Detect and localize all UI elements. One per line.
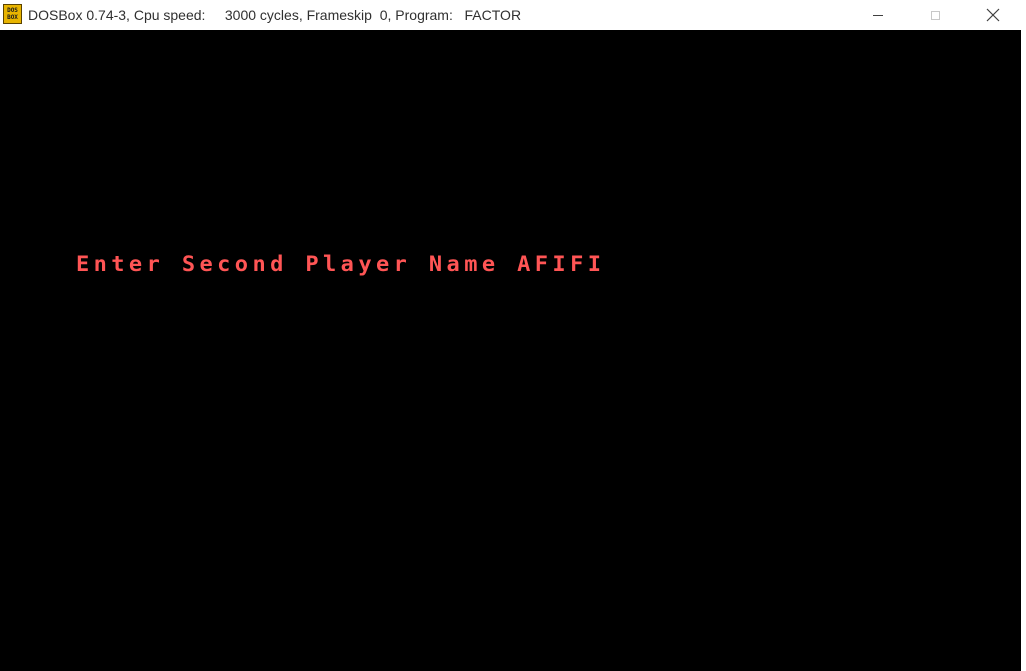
dos-screen[interactable] xyxy=(0,30,1021,671)
dosbox-app-icon[interactable]: DOS BOX xyxy=(3,4,22,24)
window-title: DOSBox 0.74-3, Cpu speed: 3000 cycles, F… xyxy=(28,7,522,23)
player-name-prompt: Enter Second Player Name AFIFI xyxy=(76,253,606,277)
maximize-button[interactable] xyxy=(906,0,964,30)
close-icon xyxy=(986,8,1000,22)
window-border xyxy=(1021,30,1026,671)
minimize-icon xyxy=(873,14,883,16)
close-button[interactable] xyxy=(964,0,1022,30)
app-icon-text-bottom: BOX xyxy=(7,14,18,21)
minimize-button[interactable] xyxy=(849,0,907,30)
maximize-icon xyxy=(930,10,940,20)
title-bar[interactable]: DOS BOX DOSBox 0.74-3, Cpu speed: 3000 c… xyxy=(0,0,1026,30)
dosbox-window: DOS BOX DOSBox 0.74-3, Cpu speed: 3000 c… xyxy=(0,0,1026,671)
app-icon-text-top: DOS xyxy=(7,7,18,14)
